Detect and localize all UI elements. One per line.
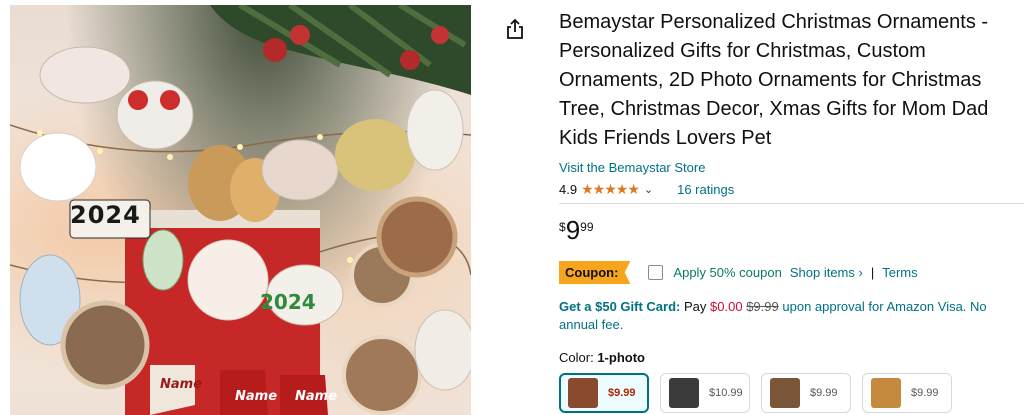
star-icon: ★ <box>615 180 629 197</box>
chevron-down-icon[interactable]: ⌄ <box>644 183 653 196</box>
swatch-thumbnail <box>568 378 598 408</box>
gift-card-offer: Get a $50 Gift Card: Pay $0.00 $9.99 upo… <box>559 298 1024 334</box>
color-swatch[interactable]: $10.99 <box>660 373 750 413</box>
star-icon: ★ <box>581 180 594 197</box>
swatch-thumbnail <box>871 378 901 408</box>
color-selector-label: Color: 1-photo <box>559 350 1024 365</box>
gift-card-pay-prefix: Pay <box>684 299 707 314</box>
price-fraction: 99 <box>580 220 594 234</box>
price-whole: 9 <box>565 215 581 245</box>
shop-items-link[interactable]: Shop items › <box>790 265 863 280</box>
swatch-price: $9.99 <box>911 387 939 399</box>
product-title: Bemaystar Personalized Christmas Ornamen… <box>559 11 989 149</box>
rating-value: 4.9 <box>559 181 578 197</box>
color-swatch[interactable]: $9.99 <box>862 373 952 413</box>
gift-card-pay-amount: $0.00 <box>710 299 743 314</box>
ornament-label: 2024 <box>260 290 316 314</box>
separator: | <box>870 265 875 280</box>
ornament-label: Name <box>295 389 338 404</box>
share-icon <box>507 18 523 39</box>
ornament-label: Name <box>235 389 278 404</box>
swatch-thumbnail <box>669 378 699 408</box>
ratings-count-link[interactable]: 16 ratings <box>677 182 734 197</box>
price: $ 9 99 <box>559 216 1024 244</box>
swatch-price: $9.99 <box>810 387 838 399</box>
star-icon: ★ <box>592 180 606 197</box>
swatch-thumbnail <box>770 378 800 408</box>
swatch-price: $10.99 <box>709 387 743 399</box>
coupon-checkbox[interactable] <box>648 265 664 280</box>
gift-card-strike-price: $9.99 <box>746 299 779 314</box>
star-icon: ★ <box>627 180 640 197</box>
color-label: Color: <box>559 350 594 365</box>
color-swatch[interactable]: $9.99 <box>559 373 649 413</box>
store-link[interactable]: Visit the Bemaystar Store <box>559 160 1024 175</box>
product-image[interactable]: 2024 2024 Name Name Name <box>10 5 471 415</box>
price-symbol: $ <box>559 220 566 234</box>
ornament-label: 2024 <box>70 201 141 229</box>
share-icon[interactable] <box>505 18 525 40</box>
star-rating[interactable]: ★ ★ ★ ★ ★ <box>581 180 640 198</box>
coupon-badge: Coupon: <box>559 261 631 284</box>
terms-link[interactable]: Terms <box>882 265 917 280</box>
coupon-row: Coupon: Apply 50% coupon Shop items › | … <box>559 261 1024 284</box>
swatch-price: $9.99 <box>608 387 636 399</box>
divider <box>559 203 1024 204</box>
coupon-text[interactable]: Apply 50% coupon <box>673 265 781 280</box>
gift-card-lead[interactable]: Get a $50 Gift Card: <box>559 299 680 314</box>
ornament-label: Name <box>160 377 203 392</box>
product-details: Bemaystar Personalized Christmas Ornamen… <box>559 8 1024 413</box>
star-icon: ★ <box>604 180 617 197</box>
color-selected: 1-photo <box>597 350 645 365</box>
rating-row: 4.9 ★ ★ ★ ★ ★ ⌄ 16 ratings <box>559 180 1024 198</box>
color-swatches: $9.99 $10.99 $9.99 $9.99 <box>559 373 1024 413</box>
color-swatch[interactable]: $9.99 <box>761 373 851 413</box>
